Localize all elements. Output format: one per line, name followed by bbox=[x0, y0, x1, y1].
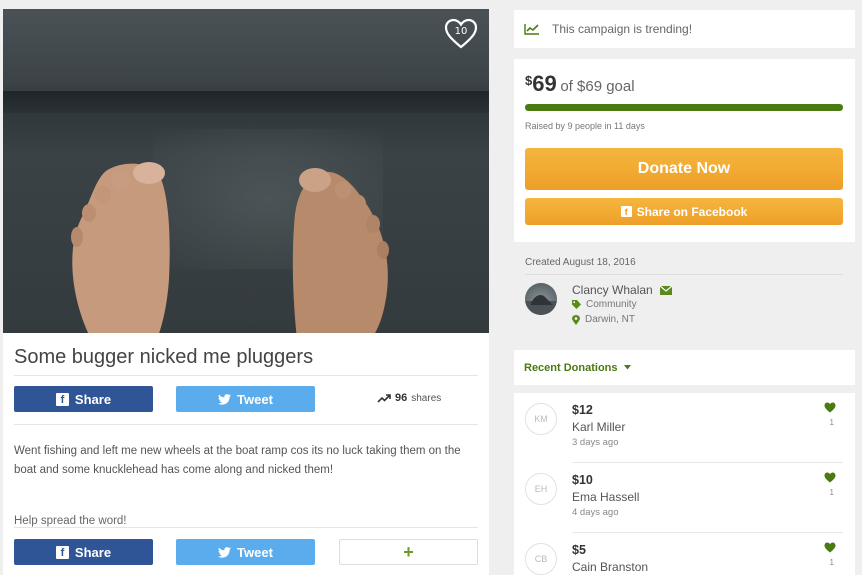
twitter-icon bbox=[218, 393, 232, 405]
like-button[interactable]: 10 bbox=[444, 18, 478, 50]
map-pin-icon bbox=[572, 314, 580, 325]
created-date: Created August 18, 2016 bbox=[525, 257, 636, 268]
help-spread-text: Help spread the word! bbox=[14, 515, 127, 527]
donor-name: Cain Branston bbox=[572, 560, 649, 574]
donor-avatar: CB bbox=[525, 543, 557, 575]
amount-raised: $69 of $69 goal bbox=[525, 71, 635, 97]
progress-fill bbox=[525, 104, 843, 111]
plus-icon: + bbox=[403, 541, 414, 562]
share-label: Share bbox=[74, 544, 112, 560]
tweet-button[interactable]: Tweet bbox=[176, 386, 315, 412]
progress-bar bbox=[525, 104, 843, 111]
left-foot bbox=[71, 162, 170, 333]
right-foot bbox=[292, 168, 389, 333]
facebook-icon: f bbox=[55, 545, 69, 559]
donation-panel: $69 of $69 goal Raised by 9 people in 11… bbox=[514, 59, 855, 242]
share-label: Share bbox=[74, 391, 112, 407]
heart-icon[interactable] bbox=[824, 542, 836, 553]
campaign-main: 10 Some bugger nicked me pluggers f Shar… bbox=[3, 9, 489, 575]
heart-icon[interactable] bbox=[824, 402, 836, 413]
donor-avatar: KM bbox=[525, 403, 557, 435]
recent-donations-header[interactable]: Recent Donations bbox=[514, 350, 855, 385]
donor-name: Karl Miller bbox=[572, 420, 626, 434]
facebook-icon: f bbox=[55, 392, 69, 406]
heart-count: 1 bbox=[829, 488, 834, 497]
facebook-icon: f bbox=[620, 206, 632, 217]
goal-amount: of $69 goal bbox=[560, 78, 635, 95]
donation-item: CB $5 Cain Branston 1 bbox=[514, 533, 855, 575]
tweet-label: Tweet bbox=[237, 391, 273, 407]
divider bbox=[14, 375, 478, 376]
raised-by-text: Raised by 9 people in 11 days bbox=[525, 121, 645, 131]
shares-number: 96 bbox=[395, 392, 408, 404]
donation-amount: $10 bbox=[572, 473, 593, 487]
organizer-category: Community bbox=[572, 299, 637, 310]
donation-amount: $12 bbox=[572, 403, 593, 417]
shares-count: 96 shares bbox=[377, 392, 441, 404]
currency-symbol: $ bbox=[525, 73, 533, 88]
campaign-photo: 10 bbox=[3, 9, 489, 333]
share-facebook-label: Share on Facebook bbox=[636, 204, 748, 219]
like-count: 10 bbox=[454, 26, 468, 37]
organizer-avatar[interactable] bbox=[525, 283, 557, 315]
donations-list: KM $12 Karl Miller 3 days ago 1 EH $10 E… bbox=[514, 393, 855, 575]
donate-now-button[interactable]: Donate Now bbox=[525, 148, 843, 190]
divider bbox=[14, 424, 478, 425]
twitter-icon bbox=[218, 546, 232, 558]
location-text: Darwin, NT bbox=[585, 314, 636, 325]
heart-count: 1 bbox=[829, 558, 834, 567]
organizer-location: Darwin, NT bbox=[572, 314, 635, 325]
organizer-name[interactable]: Clancy Whalan bbox=[572, 283, 653, 297]
share-on-facebook-button[interactable]: f Share on Facebook bbox=[525, 198, 843, 225]
recent-donations-label: Recent Donations bbox=[524, 361, 618, 374]
tag-icon bbox=[572, 300, 581, 309]
organizer-name-row: Clancy Whalan bbox=[572, 283, 672, 297]
trending-banner: This campaign is trending! bbox=[514, 10, 855, 48]
category-text[interactable]: Community bbox=[586, 299, 637, 310]
donor-avatar: EH bbox=[525, 473, 557, 505]
shares-label: shares bbox=[411, 392, 442, 404]
divider bbox=[14, 527, 478, 528]
donation-time: 3 days ago bbox=[572, 437, 619, 448]
heart-count: 1 bbox=[829, 418, 834, 427]
donation-amount: $5 bbox=[572, 543, 586, 557]
more-share-button[interactable]: + bbox=[339, 539, 478, 565]
photo-bar bbox=[3, 91, 489, 113]
campaign-description: Went fishing and left me new wheels at t… bbox=[14, 445, 461, 476]
tweet-label: Tweet bbox=[237, 544, 273, 560]
donation-item: KM $12 Karl Miller 3 days ago 1 bbox=[514, 393, 855, 463]
facebook-share-button-bottom[interactable]: f Share bbox=[14, 539, 153, 565]
envelope-icon[interactable] bbox=[659, 285, 672, 295]
campaign-title: Some bugger nicked me pluggers bbox=[14, 346, 314, 368]
donation-time: 4 days ago bbox=[572, 507, 619, 518]
chart-trend-icon bbox=[524, 24, 539, 35]
caret-down-icon bbox=[623, 365, 631, 370]
heart-icon[interactable] bbox=[824, 472, 836, 483]
donation-item: EH $10 Ema Hassell 4 days ago 1 bbox=[514, 463, 855, 533]
divider bbox=[525, 274, 843, 275]
raised-amount: 69 bbox=[532, 71, 557, 96]
facebook-share-button[interactable]: f Share bbox=[14, 386, 153, 412]
tweet-button-bottom[interactable]: Tweet bbox=[176, 539, 315, 565]
trending-text: This campaign is trending! bbox=[552, 22, 693, 36]
avatar-photo bbox=[525, 295, 557, 315]
trending-arrow-icon bbox=[377, 393, 391, 403]
donor-name: Ema Hassell bbox=[572, 490, 640, 504]
